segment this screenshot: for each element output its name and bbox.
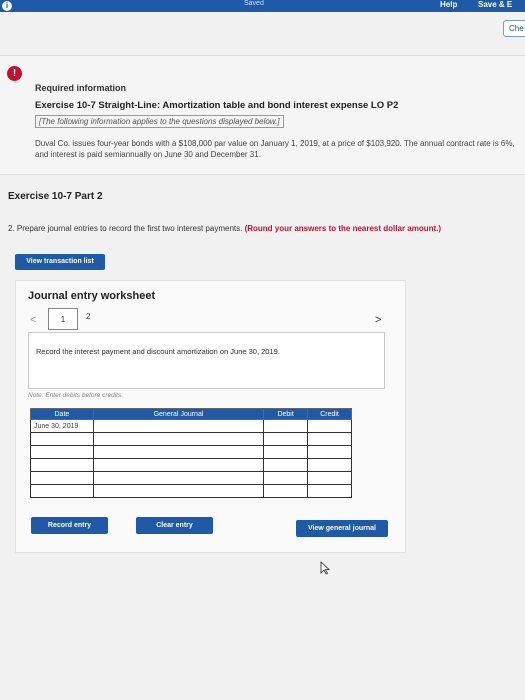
next-arrow-icon[interactable]: >: [375, 314, 381, 326]
credit-cell[interactable]: [307, 484, 352, 498]
account-cell[interactable]: [92, 419, 265, 433]
debits-note: Note: Enter debits before credits.: [28, 392, 124, 399]
date-cell[interactable]: [30, 432, 94, 446]
instruction-bold: (Round your answers to the nearest dolla…: [244, 224, 442, 233]
general-journal-header: General Journal: [92, 408, 265, 420]
debit-cell[interactable]: [263, 432, 309, 446]
credit-header: Credit: [307, 408, 352, 420]
date-cell[interactable]: [30, 445, 94, 459]
date-cell[interactable]: [30, 471, 94, 485]
worksheet-title: Journal entry worksheet: [28, 290, 156, 302]
debit-cell[interactable]: [263, 458, 309, 472]
account-cell[interactable]: [92, 432, 265, 446]
table-row: [30, 432, 352, 446]
required-info-title: Required information: [35, 83, 127, 93]
credit-cell[interactable]: [307, 432, 352, 446]
debit-cell[interactable]: [263, 419, 309, 433]
save-exit-link[interactable]: Save & E: [478, 0, 512, 9]
alert-icon: !: [7, 66, 22, 81]
view-transaction-list-button[interactable]: View transaction list: [15, 254, 105, 270]
credit-cell[interactable]: [307, 458, 352, 472]
account-cell[interactable]: [92, 445, 265, 459]
info-icon[interactable]: i: [2, 1, 12, 11]
date-header: Date: [30, 408, 94, 420]
tab-2[interactable]: 2: [86, 312, 90, 321]
account-cell[interactable]: [92, 484, 265, 498]
clear-entry-button[interactable]: Clear entry: [136, 517, 213, 534]
pointer-icon: [320, 561, 331, 578]
prompt-text: Record the interest payment and discount…: [36, 347, 280, 356]
date-cell[interactable]: June 30, 2019: [30, 419, 94, 433]
exercise-title: Exercise 10-7 Straight-Line: Amortizatio…: [35, 100, 399, 111]
credit-cell[interactable]: [307, 471, 352, 485]
table-row: [30, 471, 352, 485]
record-entry-button[interactable]: Record entry: [31, 517, 108, 534]
table-row: [30, 484, 352, 498]
table-row: [30, 445, 352, 459]
tab-1[interactable]: 1: [48, 308, 78, 330]
account-cell[interactable]: [92, 458, 265, 472]
part-title: Exercise 10-7 Part 2: [8, 191, 103, 202]
top-bar: i Saved Help Save & E: [0, 0, 525, 12]
debit-cell[interactable]: [263, 445, 309, 459]
instruction-text: 2. Prepare journal entries to record the…: [8, 224, 441, 233]
instruction-main: 2. Prepare journal entries to record the…: [8, 224, 243, 233]
credit-cell[interactable]: [307, 445, 352, 459]
view-general-journal-button[interactable]: View general journal: [296, 520, 388, 537]
date-cell[interactable]: [30, 458, 94, 472]
check-my-work-button[interactable]: Che: [503, 20, 525, 37]
prompt-box: [28, 332, 385, 389]
problem-text: Duval Co. issues four-year bonds with a …: [35, 139, 515, 159]
debit-header: Debit: [263, 408, 309, 420]
journal-table: Date General Journal Debit Credit June 3…: [30, 408, 352, 498]
table-row: [30, 458, 352, 472]
saved-status: Saved: [244, 0, 264, 7]
intro-note: [The following information applies to th…: [35, 115, 284, 128]
credit-cell[interactable]: [307, 419, 352, 433]
debit-cell[interactable]: [263, 484, 309, 498]
date-cell[interactable]: [30, 484, 94, 498]
account-cell[interactable]: [92, 471, 265, 485]
help-link[interactable]: Help: [440, 0, 457, 9]
journal-header-row: Date General Journal Debit Credit: [30, 408, 352, 420]
table-row: June 30, 2019: [30, 419, 352, 433]
debit-cell[interactable]: [263, 471, 309, 485]
prev-arrow-icon[interactable]: <: [30, 314, 36, 326]
